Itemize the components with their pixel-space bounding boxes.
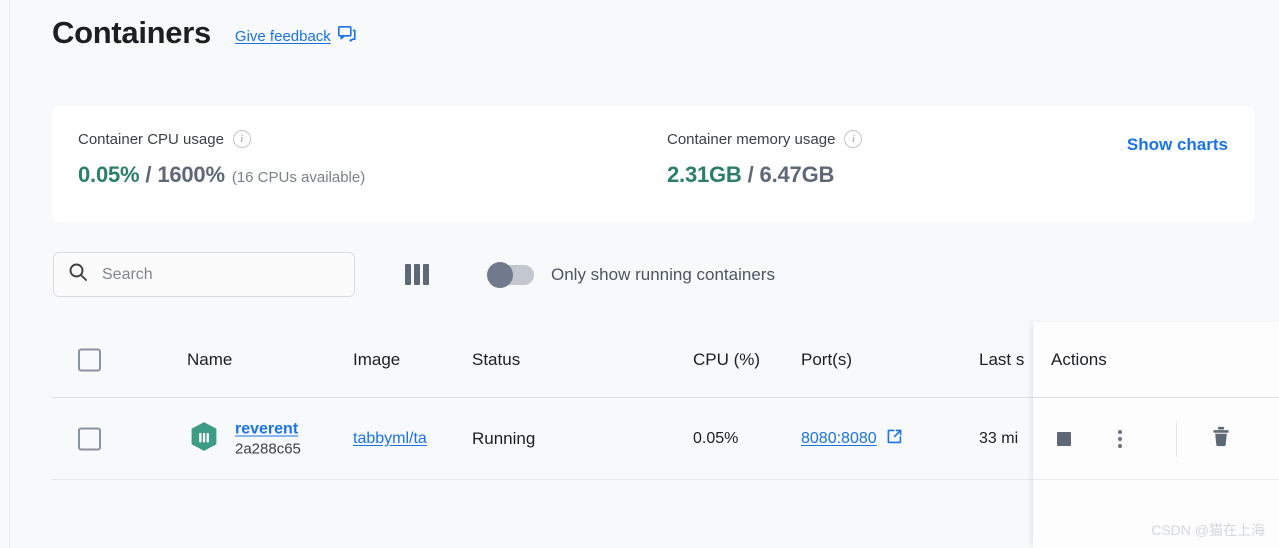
- actions-column-header: Actions: [1033, 322, 1279, 398]
- column-header-status[interactable]: Status: [472, 350, 520, 370]
- stop-container-button[interactable]: [1057, 432, 1071, 446]
- table-toolbar: Only show running containers: [53, 252, 775, 297]
- cpu-used-value: 0.05%: [78, 162, 139, 188]
- memory-usage-stat: Container memory usage i 2.31GB / 6.47GB: [667, 130, 862, 188]
- show-charts-button[interactable]: Show charts: [1127, 135, 1228, 155]
- actions-divider: [1176, 421, 1177, 457]
- container-name-text: reverent 2a288c65: [235, 420, 301, 457]
- columns-icon[interactable]: [405, 264, 429, 285]
- cpu-usage-values: 0.05% / 1600% (16 CPUs available): [78, 162, 365, 188]
- container-name-link[interactable]: reverent: [235, 420, 301, 438]
- container-ports-cell: 8080:8080: [801, 428, 903, 450]
- row-select-checkbox[interactable]: [78, 427, 101, 450]
- only-running-toggle-label: Only show running containers: [551, 265, 775, 285]
- memory-usage-label: Container memory usage: [667, 131, 835, 148]
- containers-page: Containers Give feedback Container CPU u…: [0, 0, 1279, 548]
- container-status: Running: [472, 429, 535, 448]
- delete-container-button[interactable]: [1211, 425, 1231, 452]
- column-header-ports[interactable]: Port(s): [801, 350, 852, 370]
- container-id: 2a288c65: [235, 440, 301, 457]
- running-filter-toggle-wrap: Only show running containers: [489, 265, 775, 285]
- resource-usage-card: Container CPU usage i 0.05% / 1600% (16 …: [52, 106, 1255, 223]
- only-running-toggle[interactable]: [489, 265, 534, 285]
- column-header-cpu[interactable]: CPU (%): [693, 350, 760, 370]
- container-cpu-cell: 0.05%: [693, 430, 738, 448]
- cpu-usage-stat: Container CPU usage i 0.05% / 1600% (16 …: [78, 130, 365, 188]
- column-header-actions: Actions: [1051, 350, 1107, 370]
- more-vertical-icon: [1118, 430, 1122, 448]
- search-icon: [68, 262, 88, 287]
- external-link-icon[interactable]: [886, 428, 903, 450]
- give-feedback[interactable]: Give feedback: [235, 26, 356, 47]
- container-last-started: 33 mi: [979, 430, 1018, 447]
- memory-value-separator: /: [742, 162, 760, 188]
- column-header-name[interactable]: Name: [187, 350, 232, 370]
- select-all-checkbox-cell: [78, 348, 101, 371]
- container-image-link[interactable]: tabbyml/ta: [353, 430, 456, 448]
- row-checkbox-cell: [78, 427, 101, 450]
- cpu-available-note: (16 CPUs available): [232, 169, 365, 186]
- container-last-started-cell: 33 mi: [979, 430, 1018, 448]
- watermark: CSDN @猫在上海: [1151, 520, 1265, 540]
- search-box[interactable]: [53, 252, 355, 297]
- select-all-checkbox[interactable]: [78, 348, 101, 371]
- cpu-usage-label: Container CPU usage: [78, 131, 224, 148]
- memory-info-icon[interactable]: i: [844, 130, 862, 148]
- stop-square-icon: [1057, 432, 1071, 446]
- container-name-cell: reverent 2a288c65: [187, 419, 301, 458]
- container-image-cell: tabbyml/ta: [353, 430, 456, 448]
- actions-row: [1033, 398, 1279, 480]
- memory-total-value: 6.47GB: [760, 162, 835, 188]
- container-hexagon-icon: [187, 419, 221, 458]
- actions-column: Actions: [1033, 322, 1279, 548]
- search-input[interactable]: [102, 266, 332, 284]
- cpu-value-separator: /: [139, 162, 157, 188]
- trash-icon: [1211, 425, 1231, 452]
- container-status-cell: Running: [472, 429, 535, 449]
- column-header-last-started[interactable]: Last s: [979, 350, 1024, 370]
- container-cpu-value: 0.05%: [693, 430, 738, 447]
- give-feedback-link[interactable]: Give feedback: [235, 28, 331, 45]
- sidebar-divider: [9, 0, 10, 548]
- cpu-usage-label-row: Container CPU usage i: [78, 130, 365, 148]
- memory-usage-values: 2.31GB / 6.47GB: [667, 162, 862, 188]
- page-header: Containers Give feedback: [52, 16, 356, 50]
- cpu-total-value: 1600%: [157, 162, 225, 188]
- container-port-link[interactable]: 8080:8080: [801, 430, 877, 448]
- toggle-knob: [487, 262, 513, 288]
- column-header-image[interactable]: Image: [353, 350, 400, 370]
- cpu-info-icon[interactable]: i: [233, 130, 251, 148]
- memory-used-value: 2.31GB: [667, 162, 742, 188]
- page-title: Containers: [52, 16, 211, 50]
- memory-usage-label-row: Container memory usage i: [667, 130, 862, 148]
- feedback-chat-icon[interactable]: [338, 26, 356, 47]
- more-actions-button[interactable]: [1118, 430, 1122, 448]
